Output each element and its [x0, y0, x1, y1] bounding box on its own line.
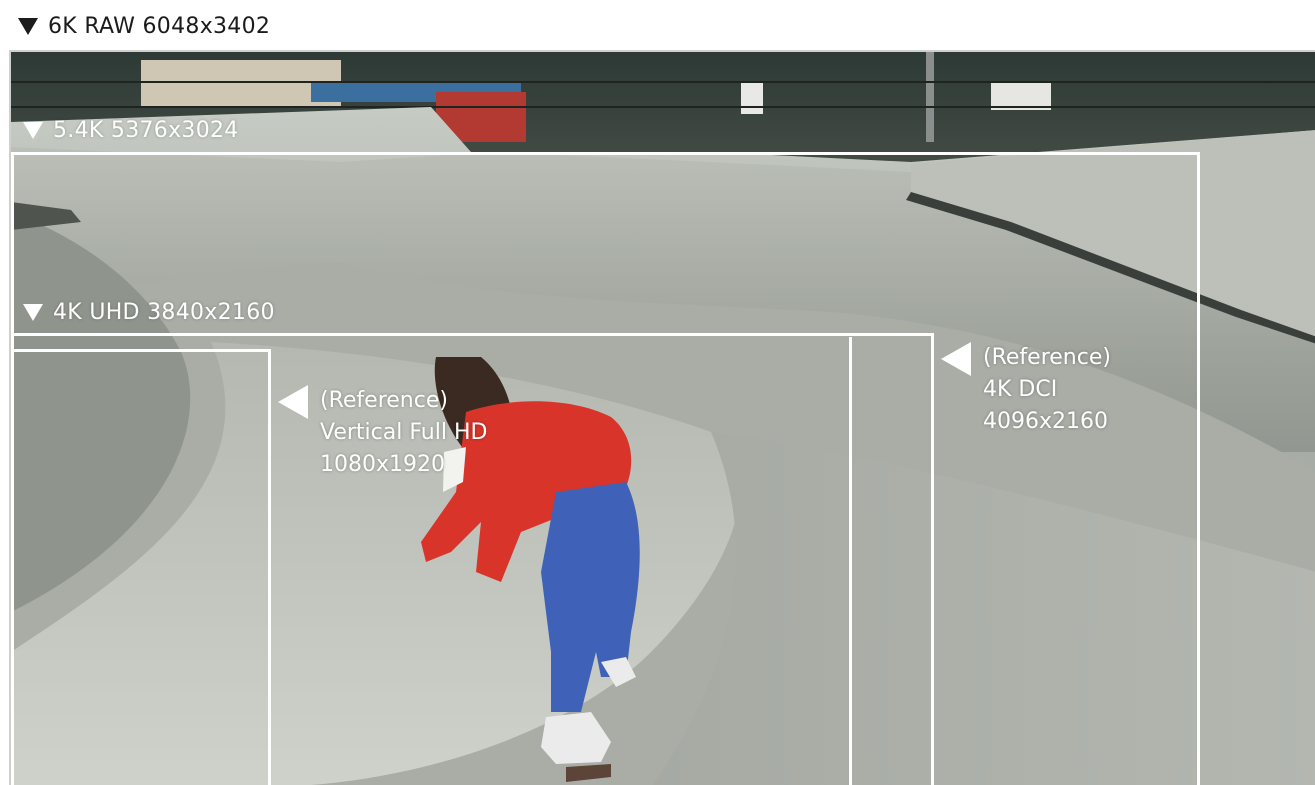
- label-6k-raw-text: 6K RAW 6048x3402: [48, 13, 271, 39]
- label-5-4k: 5.4K 5376x3024: [23, 118, 239, 143]
- triangle-left-icon: [941, 342, 971, 376]
- triangle-down-icon: [23, 304, 43, 321]
- reference-vertical-line3: 1080x1920: [320, 452, 445, 477]
- reference-4k-dci-line2: 4K DCI: [983, 377, 1058, 402]
- reference-4k-dci: (Reference) 4K DCI 4096x2160: [941, 342, 1111, 438]
- skatepark-illustration: [11, 52, 1315, 785]
- reference-4k-dci-line1: (Reference): [983, 345, 1111, 370]
- triangle-down-icon: [23, 122, 43, 139]
- triangle-down-icon: [18, 17, 38, 35]
- reference-vertical-line2: Vertical Full HD: [320, 420, 488, 445]
- triangle-left-icon: [278, 385, 308, 419]
- skatepark-photo: 5.4K 5376x3024 4K UHD 3840x2160 (Referen…: [9, 50, 1315, 785]
- resolution-comparison-diagram: 6K RAW 6048x3402 5.4K 5376x3024 4K UHD 3…: [0, 0, 1315, 785]
- reference-4k-dci-line3: 4096x2160: [983, 409, 1108, 434]
- label-5-4k-text: 5.4K 5376x3024: [53, 118, 239, 143]
- reference-vertical-full-hd: (Reference) Vertical Full HD 1080x1920: [278, 385, 487, 481]
- label-4k-uhd: 4K UHD 3840x2160: [23, 300, 275, 325]
- label-6k-raw: 6K RAW 6048x3402: [18, 10, 270, 42]
- label-4k-uhd-text: 4K UHD 3840x2160: [53, 300, 275, 325]
- reference-vertical-line1: (Reference): [320, 388, 448, 413]
